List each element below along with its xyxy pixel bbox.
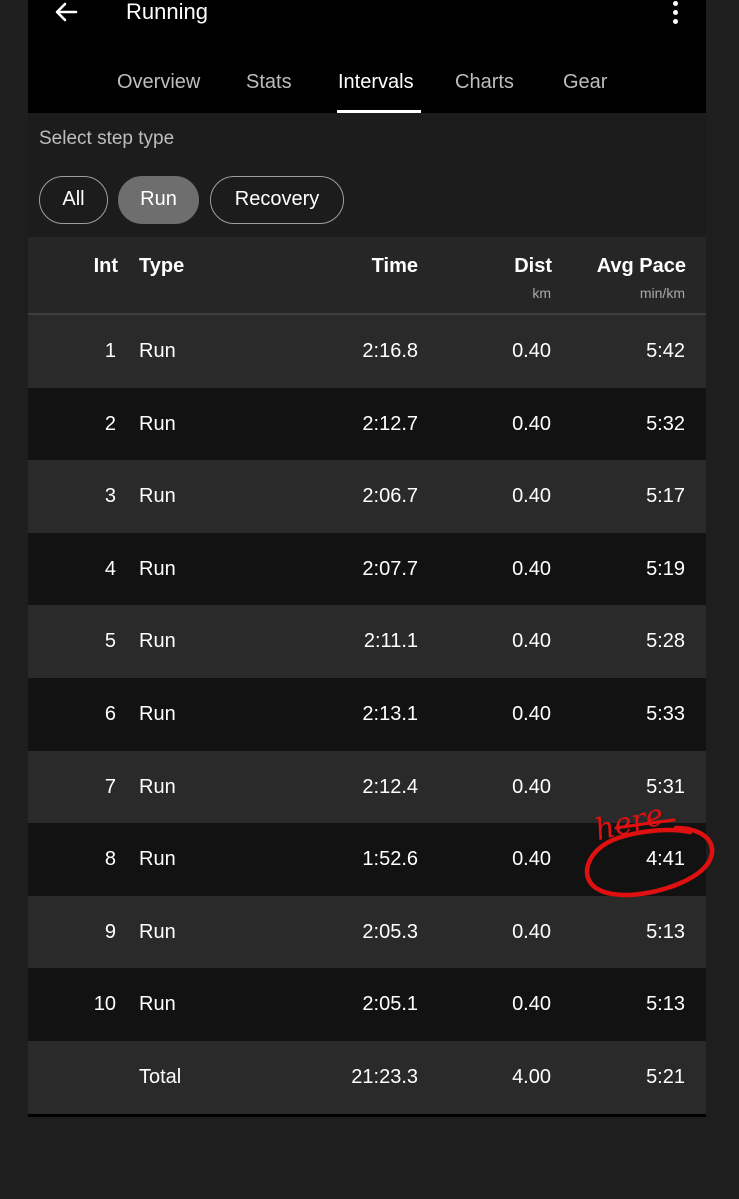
cell-time: 2:16.8 (362, 340, 418, 362)
header-time: Time (371, 255, 418, 277)
cell-time: 2:11.1 (363, 630, 418, 653)
total-time: 21:23.3 (351, 1065, 418, 1088)
cell-int: 5 (104, 630, 116, 653)
cell-pace: 4:41 (646, 848, 685, 871)
cell-int: 4 (104, 557, 116, 580)
cell-time: 2:06.7 (362, 485, 418, 508)
cell-pace: 5:13 (646, 993, 685, 1016)
cell-int: 9 (104, 920, 116, 943)
cell-pace: 5:42 (646, 340, 685, 362)
table-row[interactable]: 9 Run 2:05.3 0.40 5:13 (28, 895, 706, 969)
cell-type: Run (139, 920, 176, 943)
table-row[interactable]: 8 Run 1:52.6 0.40 4:41 (28, 823, 706, 896)
chip-recovery[interactable]: Recovery (210, 176, 344, 224)
tab-gear[interactable]: Gear (563, 69, 607, 95)
chip-run[interactable]: Run (118, 176, 199, 224)
cell-dist: 0.40 (512, 848, 551, 871)
cell-time: 2:05.3 (362, 920, 418, 943)
cell-type: Run (139, 485, 176, 508)
cell-pace: 5:32 (646, 412, 685, 435)
cell-pace: 5:13 (646, 920, 685, 943)
table-row[interactable]: 6 Run 2:13.1 0.40 5:33 (28, 677, 706, 751)
cell-int: 7 (104, 775, 116, 798)
total-row: Total 21:23.3 4.00 5:21 (28, 1040, 706, 1114)
tab-overview[interactable]: Overview (117, 69, 200, 95)
cell-int: 6 (104, 702, 116, 725)
cell-pace: 5:17 (646, 485, 685, 508)
chip-all[interactable]: All (39, 176, 108, 224)
header-dist: Dist (514, 255, 552, 277)
cell-pace: 5:28 (646, 630, 685, 653)
arrow-left-icon[interactable] (52, 0, 80, 26)
total-label: Total (139, 1065, 182, 1088)
tab-bar: Overview Stats Intervals Charts Gear (28, 55, 706, 113)
cell-dist: 0.40 (512, 775, 551, 798)
cell-type: Run (139, 340, 176, 362)
header-type: Type (139, 255, 185, 277)
cell-dist: 0.40 (512, 920, 551, 943)
page-title: Running (126, 0, 208, 24)
more-vert-icon[interactable] (668, 0, 684, 24)
cell-time: 1:52.6 (362, 848, 418, 871)
tab-charts[interactable]: Charts (455, 69, 514, 95)
cell-dist: 0.40 (512, 485, 551, 508)
table-row[interactable]: 7 Run 2:12.4 0.40 5:31 (28, 750, 706, 824)
cell-type: Run (139, 848, 176, 871)
cell-type: Run (139, 630, 176, 653)
cell-type: Run (139, 412, 176, 435)
table-row[interactable]: 4 Run 2:07.7 0.40 5:19 (28, 532, 706, 606)
cell-dist: 0.40 (512, 340, 551, 362)
intervals-screen: Running Overview Stats Intervals Charts … (28, 0, 706, 1117)
cell-pace: 5:33 (646, 702, 685, 725)
cell-int: 1 (104, 340, 116, 362)
cell-int: 2 (104, 412, 116, 435)
header-avg-pace: Avg Pace (596, 255, 686, 277)
cell-dist: 0.40 (512, 412, 551, 435)
app-bar: Running (28, 0, 706, 55)
cell-type: Run (139, 557, 176, 580)
cell-dist: 0.40 (512, 702, 551, 725)
cell-time: 2:13.1 (362, 702, 418, 725)
cell-dist: 0.40 (512, 630, 551, 653)
table-header: Int Type Time Dist km Avg Pace min/km (28, 237, 706, 313)
cell-time: 2:07.7 (362, 557, 418, 580)
cell-pace: 5:19 (646, 557, 685, 580)
cell-time: 2:12.7 (362, 412, 418, 435)
table-row[interactable]: 2 Run 2:12.7 0.40 5:32 (28, 387, 706, 461)
cell-type: Run (139, 993, 176, 1016)
header-pace-unit: min/km (639, 285, 685, 301)
cell-time: 2:12.4 (362, 775, 418, 798)
cell-int: 10 (93, 993, 116, 1016)
header-int: Int (93, 255, 118, 277)
table-row[interactable]: 10 Run 2:05.1 0.40 5:13 (28, 968, 706, 1041)
cell-pace: 5:31 (646, 775, 685, 798)
cell-type: Run (139, 702, 176, 725)
cell-int: 8 (104, 848, 116, 871)
cell-time: 2:05.1 (362, 993, 418, 1016)
table-row[interactable]: 5 Run 2:11.1 0.40 5:28 (28, 605, 706, 678)
cell-dist: 0.40 (512, 993, 551, 1016)
header-dist-unit: km (532, 285, 551, 301)
step-type-filter: Select step type All Run Recovery (28, 113, 706, 237)
table-row[interactable]: 3 Run 2:06.7 0.40 5:17 (28, 460, 706, 533)
cell-dist: 0.40 (512, 557, 551, 580)
cell-int: 3 (104, 485, 116, 508)
table-row[interactable]: 1 Run 2:16.8 0.40 5:42 (28, 315, 706, 388)
filter-label: Select step type (39, 128, 175, 149)
cell-type: Run (139, 775, 176, 798)
tab-intervals[interactable]: Intervals (338, 69, 414, 95)
total-pace: 5:21 (646, 1065, 685, 1088)
tab-stats[interactable]: Stats (246, 69, 292, 95)
total-dist: 4.00 (512, 1065, 551, 1088)
intervals-table: 1 Run 2:16.8 0.40 5:42 2 Run 2:12.7 0.40… (28, 315, 706, 1114)
